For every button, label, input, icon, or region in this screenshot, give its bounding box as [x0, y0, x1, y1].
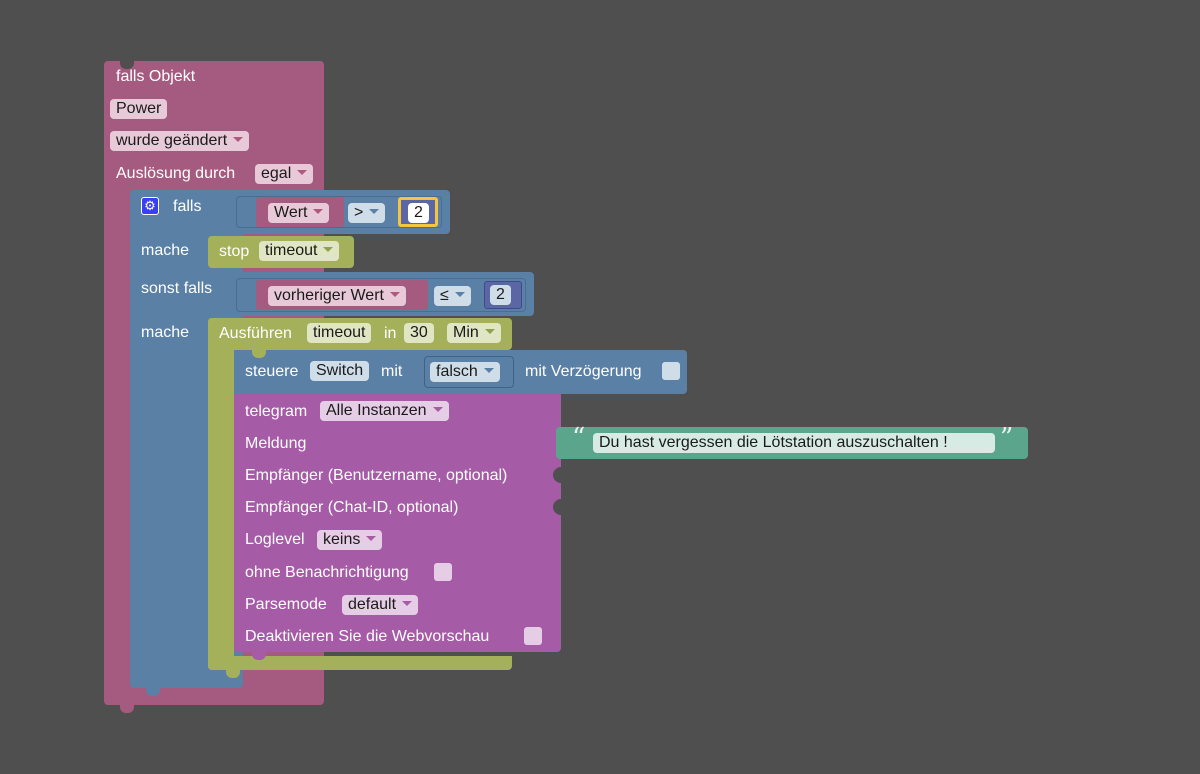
- boolean-dropdown[interactable]: falsch: [430, 362, 500, 382]
- telegram-silent-label: ohne Benachrichtigung: [245, 564, 409, 581]
- timeout-amount-field[interactable]: 30: [404, 323, 434, 343]
- number-field-2[interactable]: 2: [490, 285, 511, 305]
- trigger-cause-dropdown[interactable]: egal: [255, 164, 314, 184]
- control-with-label: mit: [381, 363, 403, 380]
- trigger-block-bottom-tab: [120, 705, 134, 713]
- control-label: steuere: [245, 363, 299, 380]
- quote-open-icon: “: [572, 423, 586, 453]
- telegram-recipient-chat-label: Empfänger (Chat-ID, optional): [245, 499, 459, 516]
- timeout-name-field[interactable]: timeout: [307, 323, 372, 343]
- control-delay-label: mit Verzögerung: [525, 363, 642, 380]
- do-label: mache: [141, 242, 190, 259]
- telegram-preview-label: Deaktivieren Sie die Webvorschau: [245, 628, 490, 645]
- gear-icon[interactable]: ⚙: [141, 197, 159, 215]
- timeout-block[interactable]: [208, 318, 234, 670]
- operator-le-dropdown[interactable]: ≤: [434, 286, 471, 306]
- previous-value-dropdown[interactable]: vorheriger Wert: [268, 286, 406, 306]
- trigger-object-field[interactable]: Power: [110, 99, 168, 119]
- if-label: falls: [173, 198, 202, 215]
- timeout-label: Ausführen: [219, 325, 292, 342]
- number-field-1[interactable]: 2: [408, 203, 429, 223]
- telegram-message-label: Meldung: [245, 435, 307, 452]
- elseif-label: sonst falls: [141, 280, 213, 297]
- stop-label: stop: [219, 243, 250, 260]
- operator-gt-dropdown[interactable]: >: [348, 203, 386, 223]
- message-text-field[interactable]: Du hast vergessen die Lötstation auszusc…: [593, 433, 995, 453]
- trigger-condition-dropdown[interactable]: wurde geändert: [110, 131, 250, 151]
- telegram-label: telegram: [245, 403, 308, 420]
- quote-close-icon: ”: [1000, 423, 1014, 453]
- telegram-instance-dropdown[interactable]: Alle Instanzen: [320, 401, 449, 421]
- trigger-title: falls Objekt: [116, 68, 196, 85]
- telegram-parsemode-dropdown[interactable]: default: [342, 595, 419, 615]
- value-wert-dropdown[interactable]: Wert: [268, 203, 330, 223]
- preview-checkbox[interactable]: [524, 627, 542, 645]
- stop-timeout-dropdown[interactable]: timeout: [259, 241, 340, 261]
- control-target-field[interactable]: Switch: [310, 361, 370, 381]
- delay-checkbox[interactable]: [662, 362, 680, 380]
- do2-label: mache: [141, 324, 190, 341]
- timeout-unit-dropdown[interactable]: Min: [447, 323, 501, 343]
- telegram-loglevel-dropdown[interactable]: keins: [317, 530, 383, 550]
- telegram-recipient-user-label: Empfänger (Benutzername, optional): [245, 467, 508, 484]
- silent-checkbox[interactable]: [434, 563, 452, 581]
- telegram-parsemode-label: Parsemode: [245, 596, 327, 613]
- telegram-loglevel-label: Loglevel: [245, 531, 305, 548]
- trigger-cause-label: Auslösung durch: [116, 165, 236, 182]
- timeout-in-label: in: [384, 325, 397, 342]
